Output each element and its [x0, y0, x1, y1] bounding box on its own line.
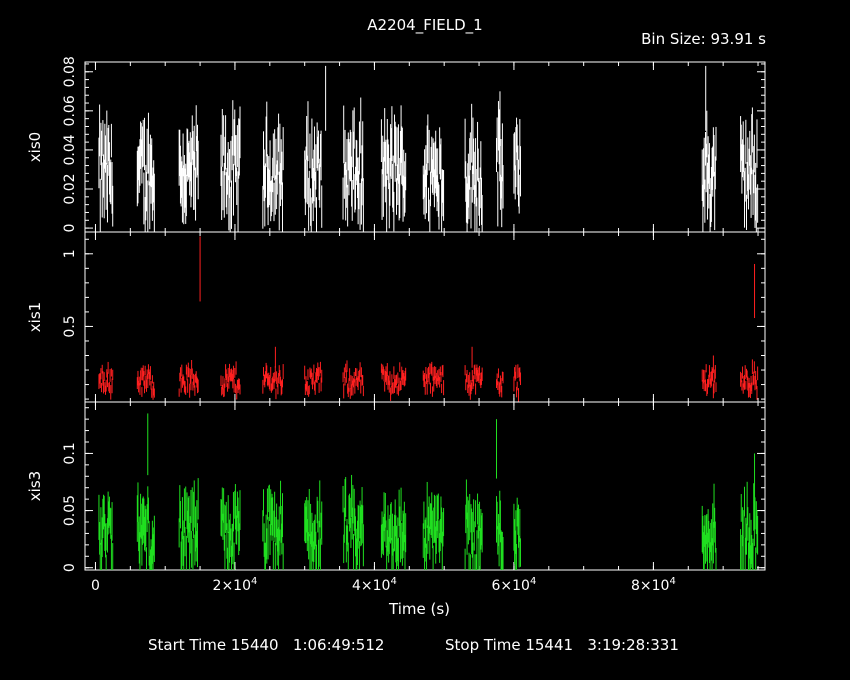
y-axis-label-xis1: xis1: [26, 302, 44, 332]
x-tick-exponent: 4: [390, 576, 396, 587]
y-tick-label: 0.04: [62, 134, 78, 165]
x-axis-label: Time (s): [389, 600, 450, 618]
x-tick-label: 6×104: [492, 576, 537, 594]
y-tick-label: 0.02: [62, 173, 78, 204]
x-tick-label: 0: [91, 578, 100, 594]
y-tick-label: 1: [62, 249, 78, 258]
y-tick-label: 0.5: [62, 315, 78, 337]
x-tick-exponent: 4: [669, 576, 675, 587]
y-tick-label: 0.08: [62, 56, 78, 87]
x-tick-label: 2×104: [213, 576, 258, 594]
x-tick-exponent: 4: [251, 576, 257, 587]
x-tick-label: 8×104: [631, 576, 676, 594]
bin-size-label: Bin Size: 93.91 s: [641, 30, 766, 48]
y-axis-label-xis3: xis3: [26, 471, 44, 501]
x-tick-label: 4×104: [352, 576, 397, 594]
x-tick-exponent: 4: [530, 576, 536, 587]
start-time-label: Start Time 15440 1:06:49:512: [148, 636, 385, 654]
y-tick-label: 0.05: [62, 495, 78, 526]
y-axis-label-xis0: xis0: [26, 132, 44, 162]
stop-time-label: Stop Time 15441 3:19:28:331: [445, 636, 679, 654]
y-tick-label: 0.06: [62, 95, 78, 126]
y-tick-label: 0: [62, 563, 78, 572]
y-tick-label: 0.1: [62, 442, 78, 464]
light-curve-plot: 0 0.02 0.04 0.06 0.08 xis0 0.5 1 xis1 0 0.05 0.1 xis…: [26, 56, 766, 594]
y-tick-label: 0: [62, 224, 78, 233]
